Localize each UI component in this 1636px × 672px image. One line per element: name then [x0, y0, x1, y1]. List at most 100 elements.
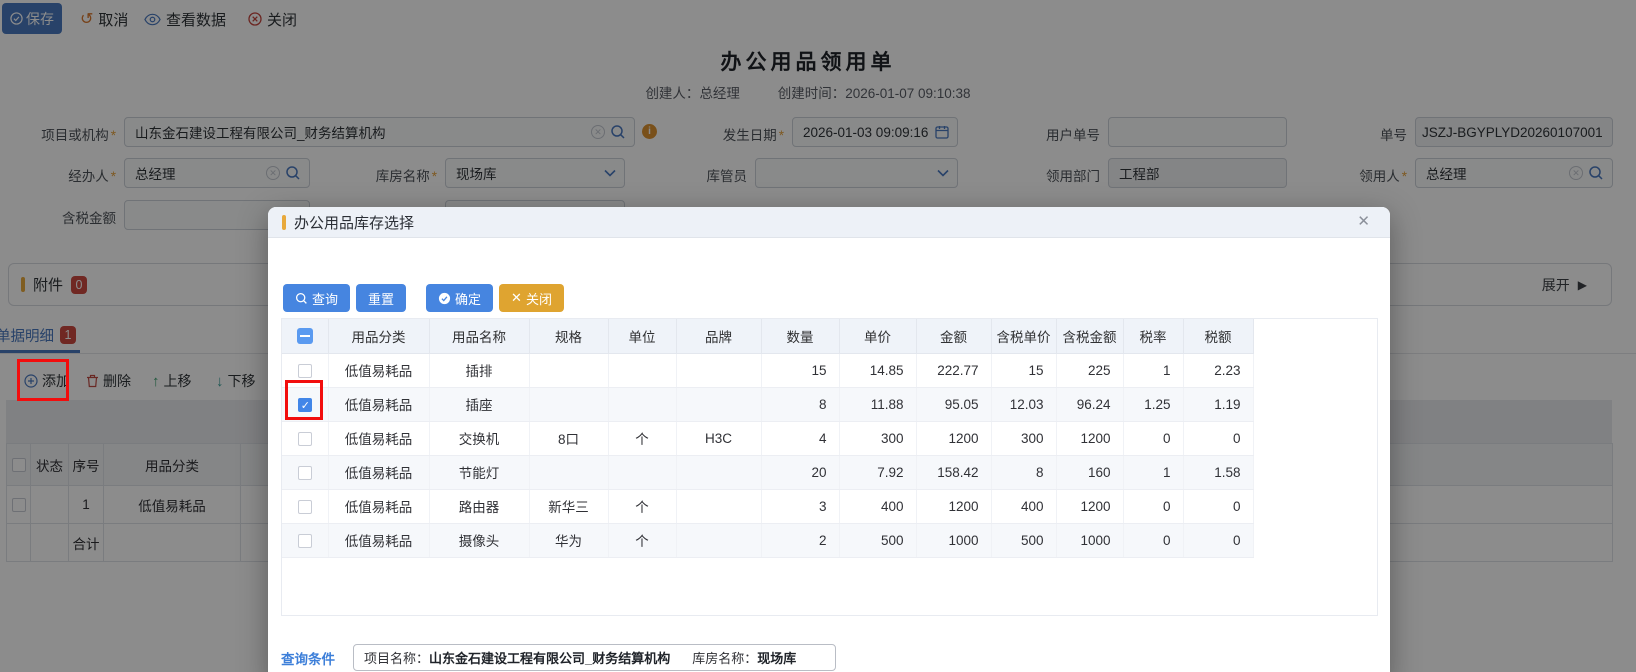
- column-header: 含税单价: [991, 319, 1056, 353]
- cell: 1: [1123, 455, 1183, 489]
- cell: 插座: [429, 387, 529, 421]
- table-row: 低值易耗品插排1514.85222.771522512.23: [282, 353, 1253, 387]
- cell: 低值易耗品: [328, 421, 429, 455]
- cell: 500: [839, 523, 916, 557]
- cell: [676, 523, 761, 557]
- table-row: 低值易耗品路由器新华三个34001200400120000: [282, 489, 1253, 523]
- confirm-button[interactable]: 确定: [426, 284, 493, 312]
- project-name-value: 山东金石建设工程有限公司_财务结算机构: [429, 648, 670, 667]
- cell: [676, 353, 761, 387]
- cell: 400: [991, 489, 1056, 523]
- query-condition-box: 项目名称：山东金石建设工程有限公司_财务结算机构 库房名称：现场库: [353, 644, 836, 671]
- table-row: 低值易耗品交换机8口个H3C43001200300120000: [282, 421, 1253, 455]
- inventory-table-header: 用品分类用品名称规格单位品牌数量单价金额含税单价含税金额税率税额: [282, 319, 1253, 353]
- cell: 1200: [1056, 489, 1123, 523]
- row-checkbox[interactable]: [298, 466, 312, 480]
- cell: [608, 387, 676, 421]
- cell: 1200: [916, 421, 991, 455]
- cell: [529, 353, 608, 387]
- dialog-toolbar: 查询 重置 确定 ✕ 关闭: [283, 284, 570, 312]
- cell: 0: [1123, 523, 1183, 557]
- cell: 摄像头: [429, 523, 529, 557]
- cell: 1: [1123, 353, 1183, 387]
- cell: 20: [761, 455, 839, 489]
- cell: 15: [761, 353, 839, 387]
- cell: 0: [1183, 489, 1253, 523]
- orange-bar-icon: [282, 215, 286, 230]
- row-checkbox[interactable]: [298, 534, 312, 548]
- inventory-select-dialog: 办公用品库存选择 ✕ 查询 重置 确定 ✕ 关闭: [268, 207, 1390, 672]
- dialog-header: 办公用品库存选择 ✕: [268, 207, 1390, 238]
- cell: 低值易耗品: [328, 387, 429, 421]
- query-condition-label: 查询条件: [281, 648, 335, 668]
- row-checkbox[interactable]: [298, 432, 312, 446]
- column-header: 税额: [1183, 319, 1253, 353]
- cell: [676, 489, 761, 523]
- cell: 0: [1183, 523, 1253, 557]
- cell: 低值易耗品: [328, 489, 429, 523]
- cell: [676, 455, 761, 489]
- dialog-close-button[interactable]: ✕ 关闭: [499, 284, 564, 312]
- cell: 低值易耗品: [328, 455, 429, 489]
- cell: 4: [761, 421, 839, 455]
- cell: 交换机: [429, 421, 529, 455]
- column-header: 用品名称: [429, 319, 529, 353]
- cell: 低值易耗品: [328, 523, 429, 557]
- cell: 个: [608, 489, 676, 523]
- cell: 300: [991, 421, 1056, 455]
- cell: 96.24: [1056, 387, 1123, 421]
- header-checkbox-cell: [282, 319, 328, 353]
- x-icon: ✕: [511, 290, 522, 306]
- cell: 400: [839, 489, 916, 523]
- cell: [676, 387, 761, 421]
- select-all-checkbox[interactable]: [297, 328, 313, 344]
- dialog-title: 办公用品库存选择: [294, 212, 414, 233]
- cell: 插排: [429, 353, 529, 387]
- reset-button[interactable]: 重置: [356, 284, 406, 312]
- cell: 3: [761, 489, 839, 523]
- cell: 12.03: [991, 387, 1056, 421]
- cell: 1200: [1056, 421, 1123, 455]
- cell: 15: [991, 353, 1056, 387]
- cell: 300: [839, 421, 916, 455]
- column-header: 规格: [529, 319, 608, 353]
- cell: 低值易耗品: [328, 353, 429, 387]
- column-header: 单位: [608, 319, 676, 353]
- cell: 1200: [916, 489, 991, 523]
- cell: 1000: [1056, 523, 1123, 557]
- search-icon: [295, 292, 308, 305]
- cell: 2: [761, 523, 839, 557]
- row-checkbox[interactable]: [298, 364, 312, 378]
- column-header: 单价: [839, 319, 916, 353]
- warehouse-name-value: 现场库: [757, 648, 796, 667]
- cell: [529, 387, 608, 421]
- cell: 2.23: [1183, 353, 1253, 387]
- cell: 8: [991, 455, 1056, 489]
- cell: 8: [761, 387, 839, 421]
- cell: 7.92: [839, 455, 916, 489]
- cell: 222.77: [916, 353, 991, 387]
- cell: 1.58: [1183, 455, 1253, 489]
- dialog-footer: 查询条件 项目名称：山东金石建设工程有限公司_财务结算机构 库房名称：现场库: [281, 644, 836, 671]
- column-header: 税率: [1123, 319, 1183, 353]
- cell: 节能灯: [429, 455, 529, 489]
- row-checkbox[interactable]: [298, 500, 312, 514]
- cell: 1000: [916, 523, 991, 557]
- cell: 个: [608, 421, 676, 455]
- cell: 8口: [529, 421, 608, 455]
- column-header: 数量: [761, 319, 839, 353]
- cell: 0: [1183, 421, 1253, 455]
- cell: 14.85: [839, 353, 916, 387]
- cell: 160: [1056, 455, 1123, 489]
- table-row: 低值易耗品节能灯207.92158.42816011.58: [282, 455, 1253, 489]
- cell: [529, 455, 608, 489]
- cell: 个: [608, 523, 676, 557]
- cell: [608, 353, 676, 387]
- cell: 华为: [529, 523, 608, 557]
- inventory-table-container: 用品分类用品名称规格单位品牌数量单价金额含税单价含税金额税率税额 低值易耗品插排…: [281, 318, 1378, 616]
- column-header: 含税金额: [1056, 319, 1123, 353]
- check-circle-icon: [438, 292, 451, 305]
- cell: 500: [991, 523, 1056, 557]
- dialog-close-icon[interactable]: ✕: [1357, 214, 1370, 229]
- query-button[interactable]: 查询: [283, 284, 350, 312]
